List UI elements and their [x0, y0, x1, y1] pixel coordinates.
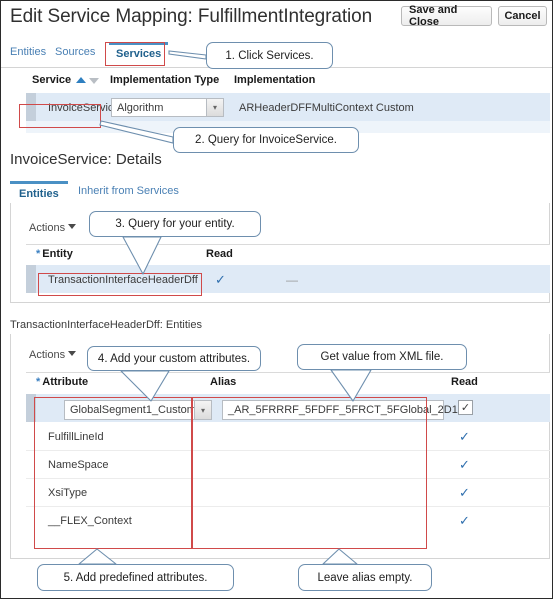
column-header-attribute-label: Attribute — [42, 376, 89, 388]
attributes-actions-label: Actions — [29, 349, 66, 361]
caret-down-icon[interactable] — [68, 351, 77, 356]
checkmark-icon: ✓ — [460, 402, 471, 414]
alias-value: _AR_5FRRRF_5FDFF_5FRCT_5FGlobal_2D1 — [228, 404, 458, 416]
tab-sources[interactable]: Sources — [55, 46, 95, 58]
column-header-alias[interactable]: Alias — [210, 376, 236, 388]
required-marker: * — [36, 376, 41, 388]
callout-query-entity: 3. Query for your entity. — [89, 211, 261, 237]
alias-input[interactable]: _AR_5FRRRF_5FDFF_5FRCT_5FGlobal_2D1 — [222, 400, 458, 420]
page-header: Edit Service Mapping: FulfillmentIntegra… — [1, 1, 552, 39]
page-title: Edit Service Mapping: FulfillmentIntegra… — [10, 6, 373, 27]
attribute-name-select[interactable]: GlobalSegment1_Custom ▾ — [64, 400, 212, 420]
callout-add-custom-attributes: 4. Add your custom attributes. — [87, 346, 261, 371]
column-header-implementation-type[interactable]: Implementation Type — [110, 74, 219, 86]
column-header-entity[interactable]: * Entity — [36, 248, 73, 260]
read-checkmark-icon: ✓ — [459, 485, 470, 500]
entity-extra-cell: — — [286, 273, 298, 287]
table-row[interactable]: GlobalSegment1_Custom ▾ _AR_5FRRRF_5FDFF… — [26, 394, 550, 422]
tab-services[interactable]: Services — [109, 42, 169, 64]
callout-get-value-from-xml: Get value from XML file. — [297, 344, 467, 370]
details-section-title: InvoiceService: Details — [10, 151, 162, 168]
sort-descending-icon[interactable] — [89, 78, 99, 84]
attribute-name-cell[interactable]: XsiType — [48, 487, 87, 499]
sort-ascending-icon[interactable] — [76, 77, 86, 83]
column-header-attribute-read[interactable]: Read — [451, 376, 478, 388]
table-row[interactable]: XsiType ✓ — [26, 478, 550, 507]
entities-actions-menu[interactable]: Actions — [29, 222, 77, 234]
table-row[interactable]: FulfillLineId ✓ — [26, 422, 550, 451]
save-and-close-button[interactable]: Save and Close — [401, 4, 492, 28]
attribute-name-cell[interactable]: __FLEX_Context — [48, 515, 132, 527]
details-sub-tab-strip: Entities Inherit from Services — [10, 181, 550, 204]
callout-query-invoiceservice: 2. Query for InvoiceService. — [173, 127, 359, 153]
entities-table-header: * Entity Read — [26, 244, 550, 267]
row-selector-handle[interactable] — [26, 93, 36, 121]
row-selector-handle[interactable] — [26, 394, 36, 422]
column-header-implementation[interactable]: Implementation — [234, 74, 315, 86]
read-checkmark-icon: ✓ — [459, 457, 470, 472]
service-name-cell[interactable]: InvoiceService — [48, 102, 120, 114]
attributes-table-header: * Attribute Alias Read — [26, 372, 550, 396]
edit-service-mapping-page: Edit Service Mapping: FulfillmentIntegra… — [0, 0, 553, 599]
implementation-cell: ARHeaderDFFMultiContext Custom — [239, 102, 414, 114]
callout-add-predefined-attributes: 5. Add predefined attributes. — [37, 564, 234, 591]
tab-inherit-from-services[interactable]: Inherit from Services — [78, 185, 179, 197]
column-header-service[interactable]: Service — [32, 74, 71, 86]
caret-down-icon[interactable] — [68, 224, 77, 229]
attribute-name-cell[interactable]: FulfillLineId — [48, 431, 104, 443]
entities-table-row[interactable]: TransactionInterfaceHeaderDff ✓ — — [26, 265, 550, 293]
callout-leave-alias-empty: Leave alias empty. — [298, 564, 432, 591]
attributes-actions-menu[interactable]: Actions — [29, 349, 77, 361]
read-checkmark-icon: ✓ — [459, 429, 470, 444]
sort-icons[interactable] — [76, 75, 106, 87]
tab-details-entities[interactable]: Entities — [10, 181, 68, 203]
implementation-type-value: Algorithm — [117, 101, 164, 114]
attribute-name-value: GlobalSegment1_Custom — [70, 404, 196, 416]
chevron-down-icon[interactable]: ▾ — [206, 99, 223, 116]
table-row[interactable]: NameSpace ✓ — [26, 450, 550, 479]
tab-entities[interactable]: Entities — [10, 46, 46, 58]
attribute-name-cell[interactable]: NameSpace — [48, 459, 109, 471]
chevron-down-icon[interactable]: ▾ — [194, 401, 211, 419]
entities-actions-label: Actions — [29, 222, 66, 234]
required-marker: * — [36, 248, 41, 260]
cancel-button[interactable]: Cancel — [498, 6, 547, 26]
table-row[interactable]: __FLEX_Context ✓ — [26, 506, 550, 534]
column-header-entity-read[interactable]: Read — [206, 248, 233, 260]
implementation-type-select[interactable]: Algorithm ▾ — [111, 98, 224, 117]
entity-name-cell[interactable]: TransactionInterfaceHeaderDff — [48, 274, 198, 286]
attributes-section-title: TransactionInterfaceHeaderDff: Entities — [10, 319, 202, 331]
entity-read-checkmark-icon: ✓ — [215, 272, 226, 287]
column-header-entity-label: Entity — [42, 248, 73, 260]
row-selector-handle[interactable] — [26, 265, 36, 293]
read-checkbox[interactable]: ✓ — [458, 400, 473, 415]
read-checkmark-icon: ✓ — [459, 513, 470, 528]
callout-click-services: 1. Click Services. — [206, 42, 333, 69]
services-table-header: Service Implementation Type Implementati… — [26, 71, 550, 94]
column-header-attribute[interactable]: * Attribute — [36, 376, 88, 388]
